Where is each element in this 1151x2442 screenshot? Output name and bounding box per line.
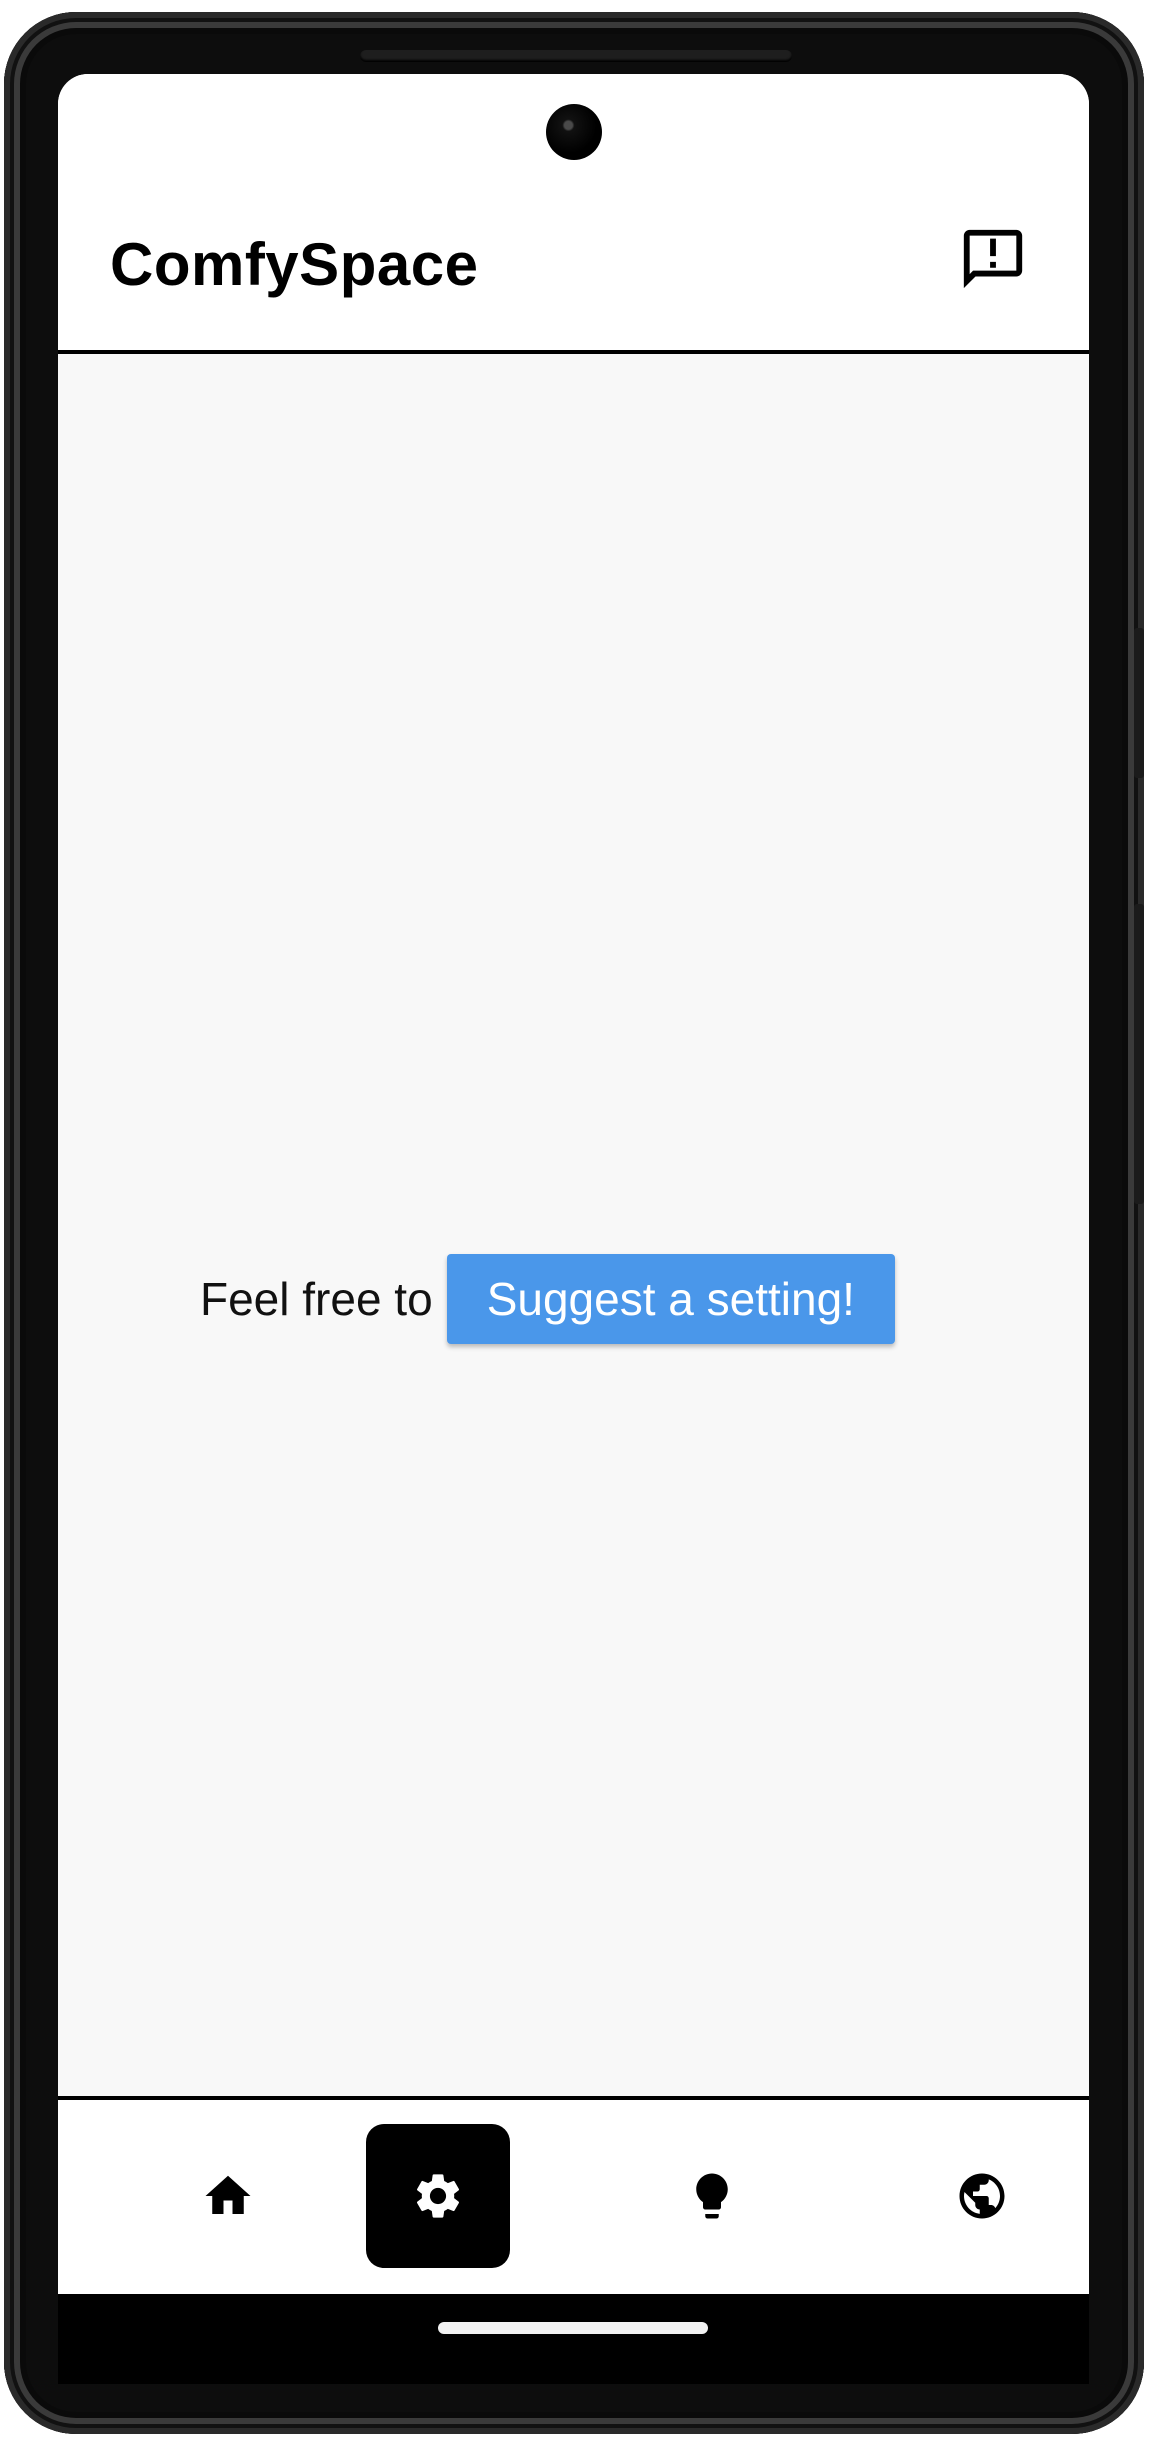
- prompt-text: Feel free to: [200, 1273, 433, 1325]
- main-content: Feel free to Suggest a setting!: [58, 354, 1089, 2170]
- gear-icon: [416, 2174, 460, 2218]
- globe-icon: [959, 2173, 1005, 2219]
- home-indicator[interactable]: [438, 2322, 708, 2334]
- app-header: ComfySpace: [58, 74, 1089, 354]
- feedback-button[interactable]: [958, 224, 1028, 294]
- front-camera: [546, 104, 602, 160]
- suggest-setting-button[interactable]: Suggest a setting!: [446, 1254, 895, 1344]
- lightbulb-icon: [696, 2173, 728, 2219]
- app-title: ComfySpace: [110, 231, 479, 298]
- app-screen: ComfySpace Feel free to Suggest a settin…: [58, 74, 1089, 2294]
- bottom-navigation: [58, 2096, 1089, 2294]
- nav-item-ideas[interactable]: [640, 2124, 784, 2268]
- suggest-prompt-row: Feel free to Suggest a setting!: [200, 1254, 895, 1344]
- nav-item-home[interactable]: [156, 2124, 300, 2268]
- gesture-bar-area: [58, 2294, 1089, 2384]
- nav-item-settings[interactable]: [366, 2124, 510, 2268]
- feedback-icon: [963, 229, 1023, 289]
- earpiece-speaker: [360, 50, 792, 62]
- home-icon: [205, 2175, 251, 2214]
- volume-button: [1134, 904, 1144, 1204]
- nav-item-explore[interactable]: [910, 2124, 1054, 2268]
- power-button: [1134, 628, 1144, 778]
